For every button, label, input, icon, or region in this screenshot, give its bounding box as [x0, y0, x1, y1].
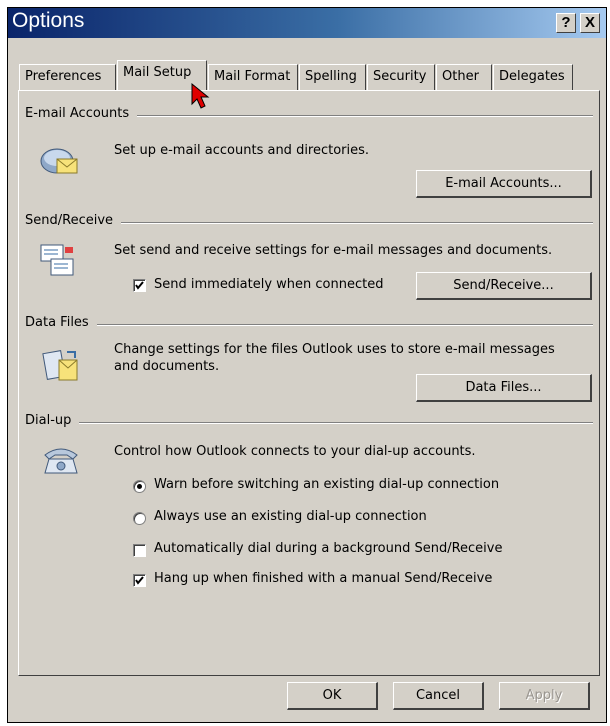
- hang-up-checkbox[interactable]: [133, 574, 146, 587]
- send-immediately-checkbox[interactable]: [133, 279, 146, 292]
- close-button[interactable]: X: [580, 13, 600, 33]
- cancel-button[interactable]: Cancel: [393, 682, 484, 710]
- auto-dial-label[interactable]: Automatically dial during a background S…: [154, 541, 502, 556]
- warn-switch-label[interactable]: Warn before switching an existing dial-u…: [154, 477, 499, 492]
- email-accounts-icon: [40, 148, 78, 174]
- send-immediately-label[interactable]: Send immediately when connected: [154, 277, 384, 292]
- window-title: Options: [12, 9, 85, 32]
- telephone-icon: [44, 448, 78, 474]
- tab-spelling[interactable]: Spelling: [299, 64, 366, 90]
- data-files-divider: [27, 324, 593, 326]
- tab-delegates[interactable]: Delegates: [493, 64, 573, 90]
- email-accounts-button[interactable]: E-mail Accounts...: [416, 170, 592, 198]
- dialup-heading: Dial-up: [25, 413, 80, 428]
- mail-setup-panel: E-mail Accounts Set up e-mail accounts a…: [18, 90, 600, 676]
- tab-mail-format[interactable]: Mail Format: [208, 64, 298, 90]
- radio-dot-icon: [137, 484, 142, 489]
- help-button[interactable]: ?: [556, 13, 576, 33]
- tab-security[interactable]: Security: [367, 64, 435, 90]
- warn-switch-radio[interactable]: [133, 480, 146, 493]
- data-files-description-line1: Change settings for the files Outlook us…: [114, 342, 555, 357]
- email-accounts-heading: E-mail Accounts: [25, 106, 138, 121]
- options-dialog: Options ? X Preferences Mail Setup Mail …: [7, 7, 607, 723]
- always-use-radio[interactable]: [133, 512, 146, 525]
- always-use-label[interactable]: Always use an existing dial-up connectio…: [154, 509, 427, 524]
- tab-other[interactable]: Other: [436, 64, 492, 90]
- ok-button[interactable]: OK: [287, 682, 378, 710]
- data-files-icon: [42, 350, 78, 381]
- title-bar[interactable]: Options ? X: [8, 8, 606, 38]
- hang-up-label[interactable]: Hang up when finished with a manual Send…: [154, 571, 492, 586]
- data-files-description-line2: and documents.: [114, 359, 220, 374]
- apply-button: Apply: [499, 682, 590, 710]
- data-files-button[interactable]: Data Files...: [416, 374, 592, 402]
- checkmark-icon: [135, 576, 144, 585]
- tab-preferences[interactable]: Preferences: [19, 64, 116, 90]
- mouse-cursor-icon: [191, 82, 210, 109]
- send-receive-button[interactable]: Send/Receive...: [416, 272, 592, 300]
- auto-dial-checkbox[interactable]: [133, 544, 146, 557]
- dialup-divider: [27, 422, 593, 424]
- dialup-description: Control how Outlook connects to your dia…: [114, 444, 476, 459]
- send-receive-description: Set send and receive settings for e-mail…: [114, 243, 553, 258]
- send-receive-heading: Send/Receive: [25, 213, 122, 228]
- data-files-heading: Data Files: [25, 315, 97, 330]
- send-receive-icon: [40, 244, 74, 276]
- checkmark-icon: [135, 281, 144, 290]
- email-accounts-description: Set up e-mail accounts and directories.: [114, 143, 370, 158]
